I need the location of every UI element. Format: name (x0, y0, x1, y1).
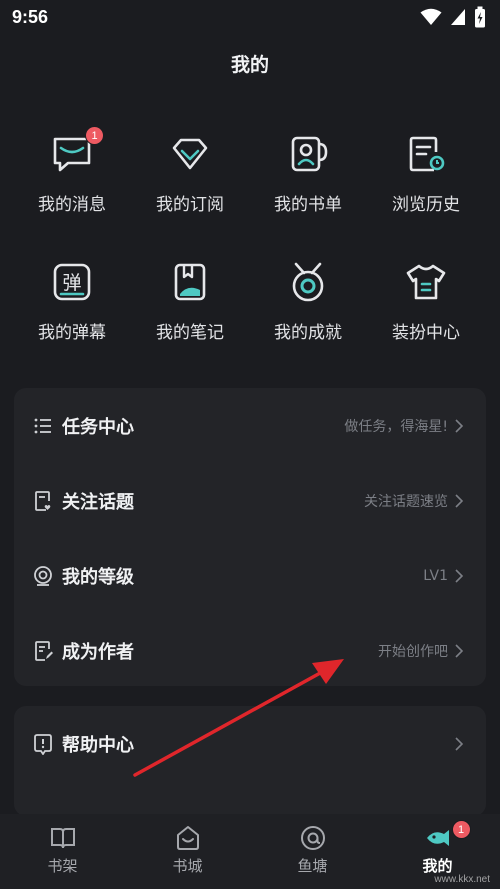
list-icon (32, 415, 54, 437)
tab-bookshelf[interactable]: 书架 (18, 824, 108, 876)
status-bar: 9:56 (0, 0, 500, 34)
help-center-row[interactable]: 帮助中心 (14, 706, 486, 781)
row-title: 成为作者 (62, 641, 134, 663)
tab-label: 我的 (422, 857, 453, 875)
topic-icon (32, 490, 54, 512)
signal-icon (451, 9, 465, 25)
status-time: 9:56 (12, 6, 49, 27)
row-title: 关注话题 (62, 491, 134, 513)
grid-label: 我的书单 (274, 195, 342, 215)
booklist-icon (286, 132, 330, 176)
browse-history-button[interactable]: 浏览历史 (367, 132, 485, 260)
message-icon: 1 (50, 126, 104, 176)
my-achievements-button[interactable]: 我的成就 (249, 260, 367, 388)
row-hint: 开始创作吧 (378, 643, 448, 660)
level-icon (32, 565, 54, 587)
profile-icon (426, 830, 449, 846)
tab-bookstore[interactable]: 书城 (143, 824, 233, 876)
row-title: 我的等级 (62, 566, 134, 588)
tshirt-icon (404, 260, 448, 304)
grid-label: 我的弹幕 (38, 323, 106, 343)
tab-label: 鱼塘 (297, 857, 328, 875)
medal-icon (286, 260, 330, 304)
status-icons (420, 6, 486, 28)
notes-icon (168, 260, 212, 304)
tab-fishpond[interactable]: 鱼塘 (268, 824, 358, 876)
my-level-row[interactable]: 我的等级 LV1 (14, 538, 486, 613)
dressup-center-button[interactable]: 装扮中心 (367, 260, 485, 388)
bottom-tab-bar: 书架 书城 鱼塘 1 我的 (0, 814, 500, 889)
grid-label: 我的成就 (274, 323, 342, 343)
grid-label: 装扮中心 (392, 323, 460, 343)
row-hint: 关注话题速览 (364, 493, 448, 510)
grid-row: 弹 我的弹幕 我的笔记 我的成就 装扮中心 (0, 260, 500, 388)
row-hint: LV1 (423, 567, 448, 584)
help-icon (32, 733, 54, 755)
follow-topics-row[interactable]: 关注话题 关注话题速览 (14, 463, 486, 538)
bookshelf-icon (50, 828, 75, 849)
bookstore-icon (176, 826, 199, 850)
message-badge: 1 (85, 126, 104, 145)
my-messages-button[interactable]: 1 我的消息 (13, 126, 131, 260)
row-title: 任务中心 (62, 416, 134, 438)
fishpond-icon (300, 826, 325, 850)
menu-card: 任务中心 做任务，得海星! 关注话题 关注话题速览 我的等级 LV1 成为作者 … (14, 388, 486, 686)
chevron-right-icon (455, 493, 464, 508)
become-author-row[interactable]: 成为作者 开始创作吧 (14, 613, 486, 688)
grid-label: 浏览历史 (392, 195, 460, 215)
chevron-right-icon (455, 568, 464, 583)
chevron-right-icon (455, 736, 464, 751)
grid-row: 1 我的消息 我的订阅 我的书单 浏览历史 (0, 126, 500, 260)
battery-icon (475, 6, 485, 28)
feature-grid: 1 我的消息 我的订阅 我的书单 浏览历史 弹 我的弹幕 我的笔记 我的成就 装… (0, 126, 500, 388)
diamond-icon (168, 132, 212, 176)
page-title: 我的 (230, 54, 269, 76)
row-title: 帮助中心 (62, 734, 134, 756)
chevron-right-icon (455, 643, 464, 658)
watermark: www.kkx.net (434, 874, 490, 885)
task-center-row[interactable]: 任务中心 做任务，得海星! (14, 388, 486, 463)
tab-label: 书城 (172, 857, 203, 875)
danmaku-icon: 弹 (50, 260, 94, 304)
profile-badge: 1 (451, 820, 471, 839)
danmaku-glyph: 弹 (62, 272, 81, 294)
author-icon (32, 640, 54, 662)
wifi-icon (420, 8, 442, 25)
grid-label: 我的订阅 (156, 195, 224, 215)
grid-label: 我的笔记 (156, 323, 224, 343)
history-icon (404, 132, 448, 176)
chevron-right-icon (455, 418, 464, 433)
help-card: 帮助中心 (14, 706, 486, 816)
my-notes-button[interactable]: 我的笔记 (131, 260, 249, 388)
tab-profile[interactable]: 1 我的 (393, 820, 483, 876)
tab-label: 书架 (47, 857, 78, 875)
my-subscriptions-button[interactable]: 我的订阅 (131, 132, 249, 260)
my-booklist-button[interactable]: 我的书单 (249, 132, 367, 260)
my-danmaku-button[interactable]: 弹 我的弹幕 (13, 260, 131, 388)
row-hint: 做任务，得海星! (344, 418, 448, 435)
grid-label: 我的消息 (38, 195, 106, 215)
